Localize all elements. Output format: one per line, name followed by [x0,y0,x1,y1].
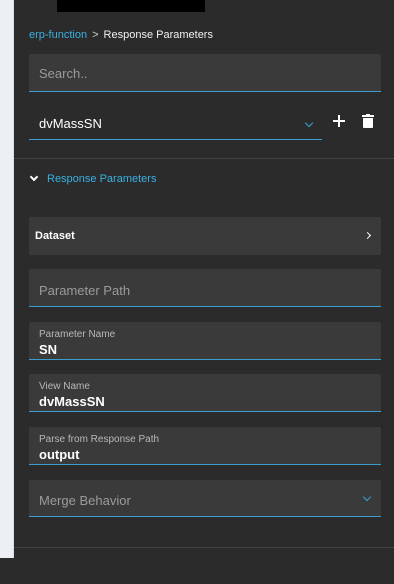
view-name-input[interactable]: View Name dvMassSN [29,374,381,412]
parameter-name-label: Parameter Name [39,329,116,340]
divider [14,547,394,548]
breadcrumb-current: Response Parameters [103,29,213,41]
chevron-down-icon [29,172,39,182]
breadcrumb-parent-link[interactable]: erp-function [29,29,87,41]
divider [14,158,394,159]
breadcrumb-separator: > [92,29,99,41]
parse-response-path-label: Parse from Response Path [39,434,160,445]
parameter-name-value: SN [39,342,58,357]
merge-behavior-select[interactable]: Merge Behavior [29,480,381,517]
parameter-path-input[interactable]: Parameter Path [29,269,381,307]
top-black-bar [57,0,205,12]
adjacent-pane-edge [0,0,14,558]
view-select-value: dvMassSN [39,116,102,131]
parameter-path-placeholder: Parameter Path [39,283,131,298]
trash-icon[interactable] [362,114,374,128]
view-name-value: dvMassSN [39,394,105,409]
search-input[interactable]: Search.. [29,54,381,92]
plus-icon[interactable] [332,114,346,128]
adjacent-pane-bottom [0,558,14,584]
chevron-right-icon [363,231,372,240]
parse-response-path-value: output [39,447,80,462]
section-title: Response Parameters [47,173,157,185]
chevron-down-icon [304,118,314,128]
dataset-label: Dataset [35,230,75,242]
search-placeholder: Search.. [39,66,88,81]
parameter-name-input[interactable]: Parameter Name SN [29,322,381,360]
view-name-label: View Name [39,381,90,392]
view-select-dropdown[interactable]: dvMassSN [29,106,322,140]
merge-behavior-placeholder: Merge Behavior [39,493,131,508]
breadcrumb: erp-function > Response Parameters [29,28,213,42]
response-parameters-panel: erp-function > Response Parameters Search.… [0,0,394,584]
chevron-down-icon [362,492,372,502]
dataset-row[interactable]: Dataset [29,217,381,255]
parse-response-path-input[interactable]: Parse from Response Path output [29,427,381,465]
